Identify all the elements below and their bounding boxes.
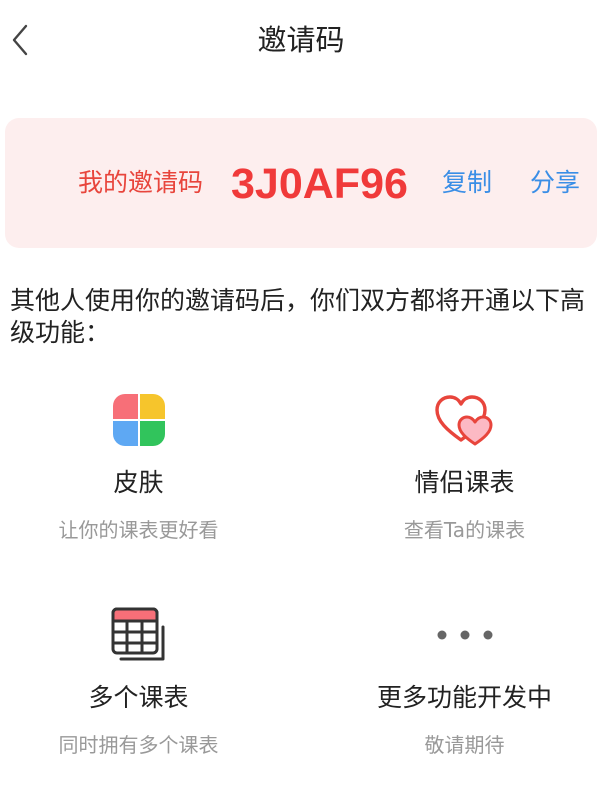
feature-subtitle: 查看Ta的课表 [403,518,526,542]
feature-title: 更多功能开发中 [376,683,552,712]
feature-title: 皮肤 [113,468,164,497]
clover-icon [107,388,171,452]
feature-skin: 皮肤 让你的课表更好看 [0,388,289,588]
feature-more-coming: 更多功能开发中 敬请期待 [314,603,602,803]
hearts-icon [433,388,497,452]
benefits-description: 其他人使用你的邀请码后，你们双方都将开通以下高级功能： [10,286,586,347]
copy-button[interactable]: 复制 [442,165,492,201]
feature-subtitle: 敬请期待 [424,733,505,757]
invite-code-card: 我的邀请码 3J0AF96 复制 分享 [5,118,597,248]
share-button[interactable]: 分享 [530,165,580,201]
feature-title: 情侣课表 [414,468,515,497]
feature-subtitle: 让你的课表更好看 [58,518,219,542]
invite-code-label: 我的邀请码 [78,168,204,197]
invite-code-value: 3J0AF96 [231,160,408,208]
feature-multiple-timetables: 多个课表 同时拥有多个课表 [0,603,289,803]
feature-couple-timetable: 情侣课表 查看Ta的课表 [314,388,602,588]
page-title: 邀请码 [257,23,345,57]
timetable-icon [107,603,171,667]
header-bar: 邀请码 [0,0,602,80]
more-dots-icon [433,603,497,667]
feature-subtitle: 同时拥有多个课表 [58,733,219,757]
feature-title: 多个课表 [88,683,189,712]
